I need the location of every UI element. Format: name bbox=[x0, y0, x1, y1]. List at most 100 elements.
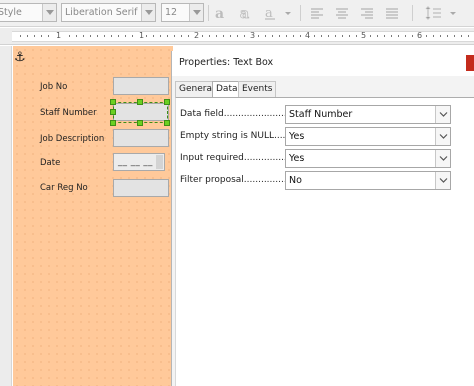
ruler-tick bbox=[314, 35, 315, 37]
ruler-tick bbox=[286, 35, 287, 37]
paragraph-style-combo[interactable]: Style bbox=[0, 3, 57, 22]
font-name-value: Liberation Serif bbox=[65, 7, 138, 18]
chevron-down-icon[interactable] bbox=[141, 4, 155, 21]
ruler-tick bbox=[426, 35, 427, 37]
ruler-tick bbox=[90, 35, 91, 37]
font-size-combo[interactable]: 12 bbox=[161, 3, 204, 22]
dialog-title-bar[interactable]: Properties: Text Box bbox=[172, 51, 474, 76]
line-spacing-dropdown-icon[interactable] bbox=[448, 4, 460, 22]
job-description-field[interactable] bbox=[113, 129, 169, 147]
ruler-tick bbox=[188, 35, 189, 37]
ruler-tick bbox=[349, 35, 350, 37]
font-name-combo[interactable]: Liberation Serif bbox=[61, 3, 156, 22]
ruler-tick bbox=[377, 35, 378, 37]
horizontal-ruler[interactable]: 1 1 2 3 4 5 6 bbox=[0, 28, 474, 45]
ruler-tick bbox=[146, 35, 147, 37]
toolbar-separator bbox=[300, 5, 301, 21]
chevron-down-icon[interactable] bbox=[189, 4, 203, 21]
close-icon[interactable] bbox=[466, 55, 474, 71]
ruler-tick bbox=[34, 35, 35, 37]
chevron-down-icon[interactable] bbox=[435, 150, 450, 167]
text-shadow-icon[interactable]: a bbox=[212, 4, 230, 22]
ruler-number: 2 bbox=[194, 31, 200, 40]
ruler-tick bbox=[447, 35, 448, 37]
form-canvas[interactable] bbox=[13, 46, 173, 386]
ruler-tick bbox=[27, 35, 28, 37]
resize-handle[interactable] bbox=[110, 109, 116, 115]
ruler-tick bbox=[279, 35, 280, 37]
ruler-tick bbox=[433, 35, 434, 37]
chevron-down-icon[interactable] bbox=[435, 106, 450, 123]
ruler-tick bbox=[111, 35, 112, 37]
ruler-tick bbox=[265, 35, 266, 37]
chevron-down-icon[interactable] bbox=[435, 172, 450, 189]
ruler-tick bbox=[97, 35, 98, 37]
justify-icon[interactable] bbox=[383, 4, 401, 22]
toolbar-separator bbox=[208, 5, 209, 21]
label-date[interactable]: Date bbox=[40, 158, 60, 168]
ruler-number: 1 bbox=[139, 31, 145, 40]
properties-dialog: Properties: Text Box General Data Events… bbox=[171, 51, 474, 386]
ruler-tick bbox=[104, 35, 105, 37]
ruler-tick bbox=[202, 35, 203, 37]
empty-string-null-value: Yes bbox=[289, 131, 305, 142]
vertical-ruler[interactable] bbox=[0, 46, 12, 386]
ruler-number: 5 bbox=[361, 31, 367, 40]
ruler-tick bbox=[384, 35, 385, 37]
ruler-tick bbox=[216, 35, 217, 37]
resize-handle[interactable] bbox=[164, 120, 170, 126]
ruler-tick bbox=[356, 35, 357, 37]
resize-handle[interactable] bbox=[137, 99, 143, 105]
ruler-number: 3 bbox=[250, 31, 256, 40]
ruler-tick bbox=[342, 35, 343, 37]
anchor-icon[interactable]: ⚓ bbox=[14, 50, 26, 65]
ruler-tick bbox=[181, 35, 182, 37]
ruler-tick bbox=[398, 35, 399, 37]
formatting-toolbar: Style Liberation Serif 12 a a a bbox=[0, 0, 474, 27]
font-color-dropdown-icon[interactable] bbox=[283, 4, 295, 22]
data-field-label: Data field......................... bbox=[180, 109, 296, 119]
car-reg-no-field[interactable] bbox=[113, 179, 169, 197]
chevron-down-icon[interactable] bbox=[42, 4, 56, 21]
font-size-value: 12 bbox=[165, 7, 178, 18]
ruler-tick bbox=[83, 35, 84, 37]
ruler-tick bbox=[76, 35, 77, 37]
align-left-icon[interactable] bbox=[308, 4, 326, 22]
ruler-tick bbox=[48, 35, 49, 37]
ruler-tick bbox=[468, 35, 469, 37]
label-car-reg-no[interactable]: Car Reg No bbox=[40, 183, 88, 193]
filter-proposal-select[interactable]: No bbox=[285, 171, 451, 190]
label-job-description[interactable]: Job Description bbox=[40, 134, 104, 144]
resize-handle[interactable] bbox=[110, 120, 116, 126]
ruler-tick bbox=[209, 35, 210, 37]
ruler-tick bbox=[125, 35, 126, 37]
dialog-title: Properties: Text Box bbox=[179, 57, 274, 68]
ruler-tick bbox=[405, 35, 406, 37]
chevron-down-icon[interactable] bbox=[435, 128, 450, 145]
data-field-select[interactable]: Staff Number bbox=[285, 105, 451, 124]
align-center-icon[interactable] bbox=[333, 4, 351, 22]
ruler-tick bbox=[391, 35, 392, 37]
resize-handle[interactable] bbox=[137, 120, 143, 126]
filter-proposal-label: Filter proposal................. bbox=[180, 175, 293, 185]
label-staff-number[interactable]: Staff Number bbox=[40, 108, 97, 118]
ruler-tick bbox=[370, 35, 371, 37]
date-field[interactable]: __ __ __ bbox=[113, 153, 165, 171]
job-no-field[interactable] bbox=[113, 77, 169, 95]
ruler-tick bbox=[132, 35, 133, 37]
ruler-tick bbox=[454, 35, 455, 37]
font-color-icon[interactable]: a bbox=[262, 4, 280, 22]
tab-events[interactable]: Events bbox=[238, 81, 277, 98]
empty-string-null-select[interactable]: Yes bbox=[285, 127, 451, 146]
align-right-icon[interactable] bbox=[358, 4, 376, 22]
ruler-number: 1 bbox=[56, 31, 62, 40]
resize-handle[interactable] bbox=[164, 99, 170, 105]
filter-proposal-value: No bbox=[289, 175, 302, 186]
input-required-select[interactable]: Yes bbox=[285, 149, 451, 168]
label-job-no[interactable]: Job No bbox=[40, 82, 67, 92]
data-field-value: Staff Number bbox=[289, 109, 353, 120]
text-outline-icon[interactable]: a bbox=[237, 4, 255, 22]
line-spacing-icon[interactable] bbox=[425, 4, 443, 22]
date-spin-button[interactable] bbox=[156, 155, 163, 169]
resize-handle[interactable] bbox=[110, 99, 116, 105]
